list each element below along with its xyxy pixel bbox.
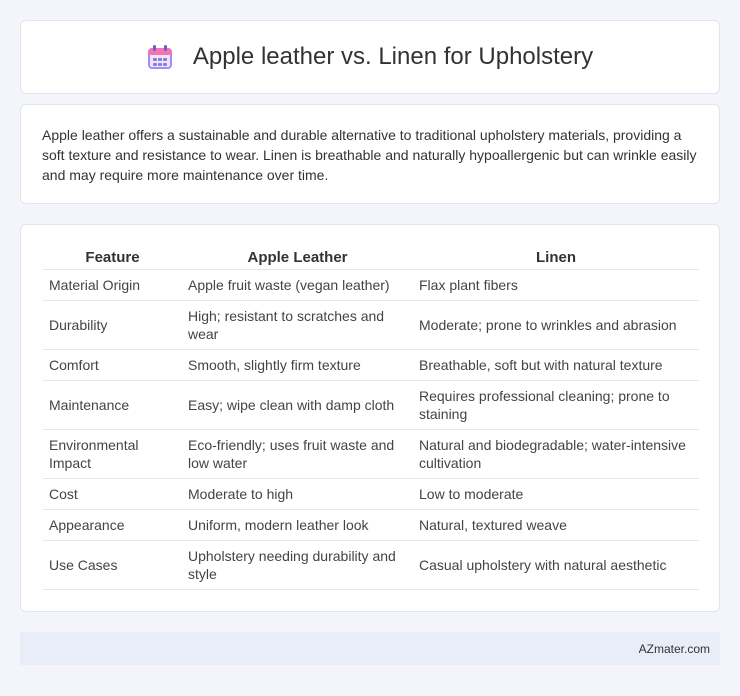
table-row: Environmental Impact Eco-friendly; uses … <box>43 429 699 479</box>
row-feature: Material Origin <box>43 269 182 301</box>
row-apple-leather: Apple fruit waste (vegan leather) <box>182 269 413 301</box>
comparison-table-card: Feature Apple Leather Linen Material Ori… <box>20 224 720 612</box>
calendar-icon <box>147 44 173 70</box>
row-apple-leather: Eco-friendly; uses fruit waste and low w… <box>182 429 413 479</box>
row-apple-leather: Smooth, slightly firm texture <box>182 349 413 381</box>
row-linen: Casual upholstery with natural aesthetic <box>413 540 699 590</box>
row-linen: Natural, textured weave <box>413 509 699 541</box>
column-header-apple-leather: Apple Leather <box>182 245 413 270</box>
row-feature: Use Cases <box>43 540 182 590</box>
row-apple-leather: Moderate to high <box>182 478 413 510</box>
row-feature: Durability <box>43 300 182 350</box>
row-linen: Moderate; prone to wrinkles and abrasion <box>413 300 699 350</box>
row-linen: Breathable, soft but with natural textur… <box>413 349 699 381</box>
table-row: Durability High; resistant to scratches … <box>43 300 699 350</box>
table-row: Use Cases Upholstery needing durability … <box>43 540 699 590</box>
table-row: Maintenance Easy; wipe clean with damp c… <box>43 380 699 430</box>
row-linen: Flax plant fibers <box>413 269 699 301</box>
row-feature: Cost <box>43 478 182 510</box>
title-card: Apple leather vs. Linen for Upholstery <box>20 20 720 94</box>
table-header-row: Feature Apple Leather Linen <box>43 245 699 270</box>
row-apple-leather: Uniform, modern leather look <box>182 509 413 541</box>
row-feature: Appearance <box>43 509 182 541</box>
row-apple-leather: Easy; wipe clean with damp cloth <box>182 380 413 430</box>
description-text: Apple leather offers a sustainable and d… <box>42 127 697 183</box>
column-header-linen: Linen <box>413 245 699 270</box>
row-feature: Maintenance <box>43 380 182 430</box>
row-feature: Comfort <box>43 349 182 381</box>
column-header-feature: Feature <box>43 245 182 270</box>
row-linen: Natural and biodegradable; water-intensi… <box>413 429 699 479</box>
table-row: Appearance Uniform, modern leather look … <box>43 509 699 541</box>
row-apple-leather: Upholstery needing durability and style <box>182 540 413 590</box>
row-feature: Environmental Impact <box>43 429 182 479</box>
page-title: Apple leather vs. Linen for Upholstery <box>192 43 594 70</box>
comparison-table: Feature Apple Leather Linen Material Ori… <box>43 245 699 590</box>
row-linen: Requires professional cleaning; prone to… <box>413 380 699 430</box>
table-row: Material Origin Apple fruit waste (vegan… <box>43 269 699 301</box>
table-row: Cost Moderate to high Low to moderate <box>43 478 699 510</box>
footer: AZmater.com <box>20 632 720 665</box>
table-row: Comfort Smooth, slightly firm texture Br… <box>43 349 699 381</box>
title-wrap: Apple leather vs. Linen for Upholstery <box>147 43 593 71</box>
row-linen: Low to moderate <box>413 478 699 510</box>
footer-source: AZmater.com <box>638 641 710 656</box>
description-card: Apple leather offers a sustainable and d… <box>20 104 720 204</box>
row-apple-leather: High; resistant to scratches and wear <box>182 300 413 350</box>
